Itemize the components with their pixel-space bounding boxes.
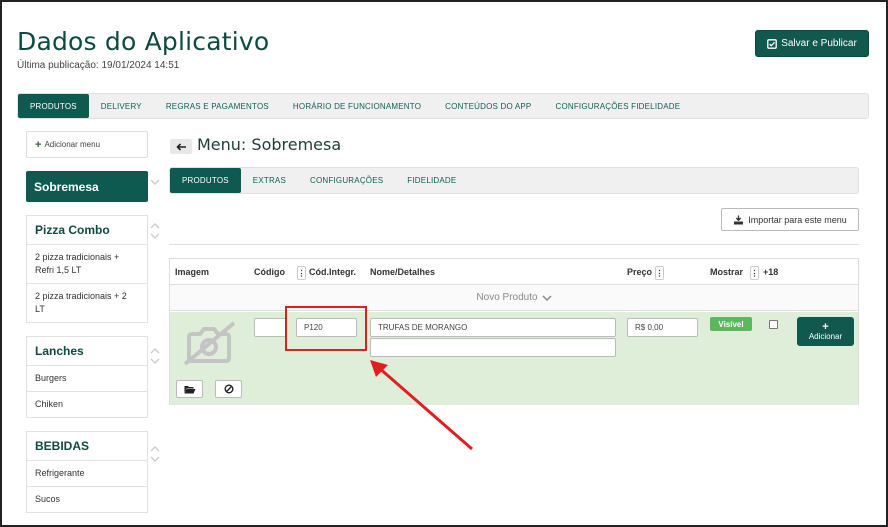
menu-title: Menu: Sobremesa [197,135,342,154]
drag-handle-icon[interactable] [150,222,160,241]
menu-group-title[interactable]: BEBIDAS [27,432,147,461]
import-icon [734,215,744,224]
header-mostrar: Mostrar [710,267,744,277]
arrow-left-icon [175,142,186,151]
price-input[interactable]: R$ 0,00 [627,318,698,337]
back-button[interactable] [170,139,192,154]
header-cod-integr: Cód.Integr. [309,267,356,277]
menu-group-title[interactable]: Pizza Combo [27,216,147,245]
add-menu-button[interactable]: + Adicionar menu [26,131,148,158]
column-options-icon[interactable]: ⋮ [750,266,759,280]
code-input[interactable] [254,318,287,337]
add-product-button[interactable]: + Adicionar [797,317,854,346]
save-publish-button[interactable]: Salvar e Publicar [755,30,869,57]
plus-icon: + [35,138,42,151]
new-product-row: P120 TRUFAS DE MORANGO R$ 0,00 Visível +… [170,312,858,405]
drag-handle-icon[interactable] [150,347,160,366]
chevron-down-icon [542,294,552,301]
add-menu-label: Adicionar menu [44,140,101,149]
tab-configuracoes-fidelidade[interactable]: CONFIGURAÇÕES FIDELIDADE [543,94,692,118]
page-title: Dados do Aplicativo [17,27,270,56]
menu-sidebar: + Adicionar menu Sobremesa Pizza Combo 2… [26,131,148,513]
sidebar-subitem[interactable]: 2 pizza tradicionais + Refri 1,5 LT [27,245,147,284]
add-product-label: Adicionar [808,331,843,341]
table-header: Imagem Código ⋮ Cód.Integr. Nome/Detalhe… [170,259,858,285]
tab-menu-extras[interactable]: EXTRAS [241,168,298,193]
sidebar-subitem[interactable]: Burgers [27,366,147,392]
main-tabs: PRODUTOS DELIVERY REGRAS E PAGAMENTOS HO… [17,93,869,119]
last-published-text: Última publicação: 19/01/2024 14:51 [17,60,180,71]
sidebar-subitem[interactable]: Sucos [27,487,147,512]
header-codigo: Código [254,267,285,277]
menu-group-pizza-combo: Pizza Combo 2 pizza tradicionais + Refri… [26,215,148,323]
header-imagem: Imagem [175,267,210,277]
ban-icon [224,384,233,394]
sidebar-subitem[interactable]: Chiken [27,392,147,417]
column-options-icon[interactable]: ⋮ [297,266,306,280]
collapse-chevron-icon[interactable] [150,178,160,187]
tab-produtos[interactable]: PRODUTOS [18,94,89,118]
tab-conteudos-app[interactable]: CONTEÚDOS DO APP [433,94,543,118]
menu-tabs: PRODUTOS EXTRAS CONFIGURAÇÕES FIDELIDADE [169,167,859,194]
remove-image-button[interactable] [215,380,242,398]
tab-delivery[interactable]: DELIVERY [89,94,154,118]
menu-group-title[interactable]: Lanches [27,337,147,366]
upload-image-button[interactable] [176,380,203,398]
import-label: Importar para este menu [748,214,847,225]
column-options-icon[interactable]: ⋮ [655,266,664,280]
annotation-arrow [370,360,473,451]
menu-group-lanches: Lanches Burgers Chiken [26,336,148,418]
no-image-icon[interactable] [180,320,236,371]
age-restriction-checkbox[interactable] [769,320,778,329]
sidebar-subitem[interactable]: Refrigerante [27,461,147,487]
plus-icon: + [822,320,829,333]
drag-handle-icon[interactable] [150,445,160,464]
menu-group-bebidas: BEBIDAS Refrigerante Sucos [26,431,148,513]
new-product-toggle[interactable]: Novo Produto [170,285,858,311]
tab-menu-produtos[interactable]: PRODUTOS [170,168,241,193]
visible-badge[interactable]: Visível [710,317,752,331]
header-age: +18 [763,267,779,277]
folder-open-icon [184,385,195,393]
tab-regras-pagamentos[interactable]: REGRAS E PAGAMENTOS [154,94,281,118]
header-preco: Preço [627,267,653,277]
check-square-icon [767,38,778,49]
annotation-highlight-box [285,306,367,351]
tab-menu-configuracoes[interactable]: CONFIGURAÇÕES [298,168,395,193]
tab-horario-funcionamento[interactable]: HORÁRIO DE FUNCIONAMENTO [281,94,433,118]
sidebar-subitem[interactable]: 2 pizza tradicionais + 2 LT [27,284,147,322]
import-button[interactable]: Importar para este menu [721,208,859,231]
save-publish-label: Salvar e Publicar [781,38,857,49]
section-divider [169,244,859,245]
sidebar-item-sobremesa[interactable]: Sobremesa [26,171,148,202]
product-name-input[interactable]: TRUFAS DE MORANGO [370,318,616,337]
header-nome-detalhes: Nome/Detalhes [370,267,436,277]
products-table: Imagem Código ⋮ Cód.Integr. Nome/Detalhe… [169,258,859,405]
new-product-label: Novo Produto [476,292,538,303]
tab-menu-fidelidade[interactable]: FIDELIDADE [395,168,468,193]
